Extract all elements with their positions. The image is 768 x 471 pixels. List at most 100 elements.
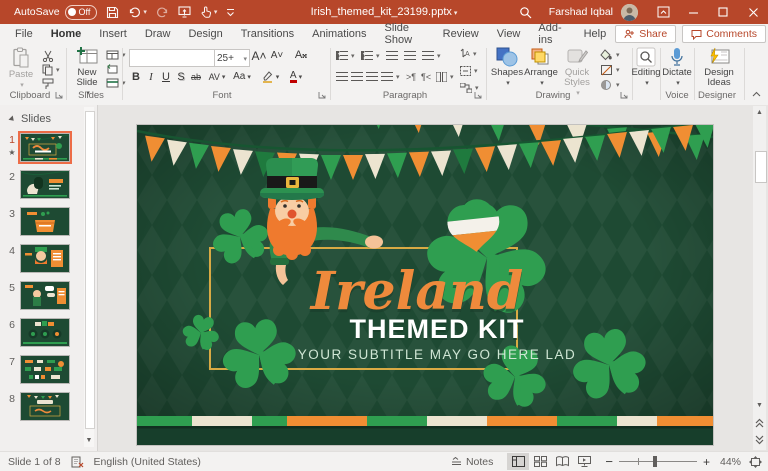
columns-icon[interactable]: [436, 72, 454, 82]
tab-animations[interactable]: Animations: [303, 24, 375, 44]
font-dialog-launcher[interactable]: [318, 91, 326, 99]
tab-slide-show[interactable]: Slide Show: [376, 24, 434, 44]
format-painter-icon[interactable]: [42, 78, 54, 90]
share-button[interactable]: Share: [615, 25, 676, 43]
justify-icon[interactable]: [381, 72, 400, 81]
align-right-icon[interactable]: [366, 72, 378, 81]
line-spacing-icon[interactable]: [422, 51, 441, 60]
next-slide-button[interactable]: [753, 433, 766, 446]
slide-canvas[interactable]: Ireland Ireland THEMED KIT THEMED KIT YO…: [137, 125, 713, 445]
underline-button[interactable]: U: [159, 69, 173, 84]
highlight-color-button[interactable]: [260, 69, 280, 84]
dictate-button[interactable]: Dictate: [660, 47, 694, 89]
save-icon[interactable]: [106, 6, 119, 19]
slide-thumb-8[interactable]: 8: [4, 392, 70, 421]
align-center-icon[interactable]: [351, 72, 363, 81]
copy-icon[interactable]: [42, 64, 60, 76]
slide-thumb-1[interactable]: 1: [4, 133, 70, 162]
paragraph-dialog-launcher[interactable]: [474, 91, 482, 99]
notes-button[interactable]: Notes: [451, 456, 493, 468]
slide-thumb-6[interactable]: 6: [4, 318, 70, 347]
normal-view-button[interactable]: [507, 453, 529, 470]
slides-panel-header[interactable]: Slides: [8, 113, 51, 125]
redo-icon[interactable]: [156, 6, 169, 18]
tab-file[interactable]: File: [6, 24, 42, 44]
tab-review[interactable]: Review: [434, 24, 488, 44]
text-direction-icon[interactable]: A: [460, 48, 477, 59]
collapse-ribbon-icon[interactable]: [752, 90, 761, 99]
font-name-combo[interactable]: [129, 49, 215, 67]
font-color-button[interactable]: A: [286, 69, 306, 84]
increase-indent-icon[interactable]: [404, 51, 416, 60]
zoom-slider-thumb[interactable]: [653, 456, 657, 467]
slide-thumb-3[interactable]: 3: [4, 207, 70, 236]
italic-button[interactable]: I: [144, 69, 158, 84]
ltr-direction-icon[interactable]: >¶: [406, 72, 416, 82]
paste-button[interactable]: Paste: [6, 47, 36, 91]
shape-fill-icon[interactable]: [600, 49, 620, 61]
bullets-icon[interactable]: [336, 51, 355, 60]
design-ideas-button[interactable]: Design Ideas: [698, 47, 740, 88]
character-spacing-button[interactable]: AV: [206, 69, 228, 84]
clipboard-dialog-launcher[interactable]: [55, 91, 63, 99]
slide-sorter-view-button[interactable]: [529, 453, 551, 470]
thumbnail-scrollbar[interactable]: ▼: [84, 107, 94, 447]
ribbon-display-options-icon[interactable]: [648, 0, 678, 24]
close-button[interactable]: [738, 0, 768, 24]
tab-home[interactable]: Home: [42, 22, 91, 46]
tab-draw[interactable]: Draw: [136, 24, 180, 44]
fit-slide-to-window-icon[interactable]: [749, 456, 762, 468]
avatar[interactable]: [621, 4, 638, 21]
touch-mouse-mode-icon[interactable]: [200, 6, 218, 18]
scroll-up-icon[interactable]: ▲: [753, 106, 766, 119]
slide-thumb-2[interactable]: 2: [4, 170, 70, 199]
zoom-slider[interactable]: [619, 461, 697, 462]
scroll-down-icon[interactable]: ▼: [753, 399, 766, 412]
previous-slide-button[interactable]: [753, 416, 766, 429]
align-left-icon[interactable]: [336, 72, 348, 81]
font-size-combo[interactable]: 25+: [214, 49, 250, 67]
autosave-toggle[interactable]: AutoSave Off: [14, 5, 97, 20]
shape-outline-icon[interactable]: [600, 64, 620, 76]
decrease-indent-icon[interactable]: [386, 51, 398, 60]
strikethrough-button[interactable]: ab: [189, 69, 203, 84]
shadow-button[interactable]: S: [174, 69, 188, 84]
slide-show-button[interactable]: [573, 453, 595, 470]
rtl-direction-icon[interactable]: ¶<: [421, 72, 431, 82]
slide-thumb-5[interactable]: 5: [4, 281, 70, 310]
align-text-icon[interactable]: [460, 66, 478, 76]
shapes-button[interactable]: Shapes: [490, 47, 524, 89]
thumbnail-scroll-down-icon[interactable]: ▼: [84, 434, 94, 447]
zoom-in-button[interactable]: +: [703, 455, 710, 469]
zoom-level[interactable]: 44%: [720, 456, 741, 468]
slide-thumb-7[interactable]: 7: [4, 355, 70, 384]
quick-access-customize-icon[interactable]: [226, 8, 235, 17]
user-name[interactable]: Farshad Iqbal: [549, 6, 613, 18]
tab-help[interactable]: Help: [575, 24, 616, 44]
vertical-scrollbar[interactable]: ▲ ▼: [753, 106, 766, 450]
comments-button[interactable]: Comments: [682, 25, 766, 43]
reset-slide-icon[interactable]: [106, 64, 119, 75]
cut-icon[interactable]: [42, 50, 54, 62]
zoom-out-button[interactable]: −: [605, 454, 613, 469]
bold-button[interactable]: B: [129, 69, 143, 84]
language-indicator[interactable]: English (United States): [94, 456, 201, 468]
scrollbar-thumb[interactable]: [755, 151, 767, 183]
increase-font-size-button[interactable]: A˄: [250, 48, 268, 63]
editing-button[interactable]: Editing: [628, 47, 664, 89]
drawing-dialog-launcher[interactable]: [620, 91, 628, 99]
slide-thumb-4[interactable]: 4: [4, 244, 70, 273]
tab-view[interactable]: View: [488, 24, 530, 44]
tab-transitions[interactable]: Transitions: [232, 24, 303, 44]
undo-icon[interactable]: [128, 6, 147, 18]
arrange-button[interactable]: Arrange: [524, 47, 558, 89]
clear-formatting-button[interactable]: A𝄪: [292, 48, 310, 63]
change-case-button[interactable]: Aa: [232, 69, 252, 84]
reading-view-button[interactable]: [551, 453, 573, 470]
document-title[interactable]: Irish_themed_kit_23199.pptx: [311, 6, 458, 18]
start-presentation-icon[interactable]: [178, 6, 191, 18]
search-icon[interactable]: [511, 0, 541, 24]
tab-insert[interactable]: Insert: [90, 24, 136, 44]
spell-check-icon[interactable]: [71, 456, 84, 468]
minimize-button[interactable]: [678, 0, 708, 24]
